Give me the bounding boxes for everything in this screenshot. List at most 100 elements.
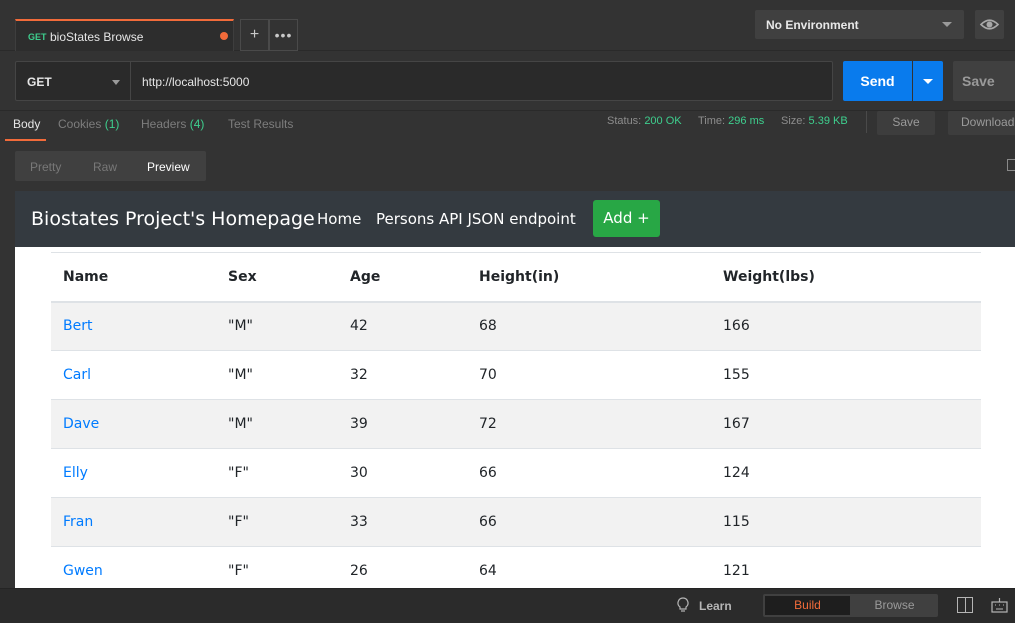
column-header-height: Height(in) [467, 252, 711, 303]
person-sex: "M" [216, 301, 338, 351]
person-height: 72 [467, 399, 711, 449]
send-options-button[interactable] [913, 61, 943, 101]
person-weight: 167 [711, 399, 981, 449]
status-readout: Status: 200 OK [607, 115, 682, 127]
status-value: 200 OK [644, 115, 682, 127]
tab-test-results[interactable]: Test Results [228, 117, 293, 131]
tab-title: bioStates Browse [50, 30, 144, 44]
table-row: Gwen "F" 26 64 121 [51, 546, 981, 588]
url-field-container [131, 61, 833, 101]
chevron-down-icon [942, 22, 952, 27]
person-name-link[interactable]: Gwen [51, 546, 216, 588]
person-weight: 124 [711, 448, 981, 498]
person-weight: 115 [711, 497, 981, 547]
tab-cookies[interactable]: Cookies (1) [58, 117, 119, 131]
copy-icon[interactable] [1007, 159, 1015, 171]
chevron-down-icon [112, 80, 120, 85]
browse-mode-button[interactable]: Browse [853, 596, 936, 615]
person-age: 42 [338, 301, 467, 351]
two-pane-view-icon[interactable] [957, 597, 973, 613]
tab-body[interactable]: Body [4, 117, 47, 141]
keyboard-shortcuts-icon[interactable] [991, 597, 1008, 614]
table-row: Fran "F" 33 66 115 [51, 497, 981, 547]
column-header-weight: Weight(lbs) [711, 252, 981, 303]
tab-headers-count: (4) [189, 117, 205, 131]
site-brand[interactable]: Biostates Project's Homepage [31, 208, 315, 230]
person-height: 64 [467, 546, 711, 588]
mode-pretty[interactable]: Pretty [30, 160, 61, 174]
tab-headers-label: Headers [141, 117, 187, 131]
column-header-name: Name [51, 252, 216, 303]
tab-body-label: Body [13, 117, 41, 131]
response-bar: Body Cookies (1) Headers (4) Test Result… [0, 110, 1015, 141]
person-name-link[interactable]: Dave [51, 399, 216, 449]
new-tab-button[interactable]: + [240, 19, 269, 51]
person-sex: "M" [216, 399, 338, 449]
person-height: 70 [467, 350, 711, 400]
learn-button[interactable]: Learn [699, 599, 732, 613]
person-weight: 166 [711, 301, 981, 351]
person-sex: "M" [216, 350, 338, 400]
tab-cookies-label: Cookies [58, 117, 102, 131]
person-age: 33 [338, 497, 467, 547]
save-response-button[interactable]: Save [877, 111, 935, 135]
size-readout: Size: 5.39 KB [781, 115, 848, 127]
unsaved-dot-icon [220, 32, 228, 40]
view-mode-switch: Pretty Raw Preview [15, 151, 206, 181]
time-label: Time: [698, 115, 726, 127]
download-button[interactable]: Download [948, 111, 1015, 135]
person-age: 39 [338, 399, 467, 449]
lightbulb-icon [677, 597, 689, 612]
size-value: 5.39 KB [808, 115, 848, 127]
environment-quick-look-button[interactable] [975, 10, 1004, 39]
person-height: 66 [467, 497, 711, 547]
mode-toggle: Build Browse [763, 594, 938, 617]
column-header-age: Age [338, 252, 467, 303]
person-height: 66 [467, 448, 711, 498]
site-navbar: Biostates Project's Homepage Home Person… [15, 191, 1015, 247]
person-weight: 121 [711, 546, 981, 588]
person-age: 32 [338, 350, 467, 400]
add-person-button[interactable]: Add + [593, 200, 660, 237]
eye-icon [979, 19, 1000, 30]
person-name-link[interactable]: Fran [51, 497, 216, 547]
nav-home-link[interactable]: Home [317, 210, 361, 228]
divider [866, 111, 867, 133]
person-age: 30 [338, 448, 467, 498]
person-sex: "F" [216, 448, 338, 498]
tab-options-button[interactable]: ••• [269, 19, 298, 51]
response-preview: Biostates Project's Homepage Home Person… [15, 191, 1015, 588]
table-header-row: Name Sex Age Height(in) Weight(lbs) [51, 252, 981, 303]
table-row: Carl "M" 32 70 155 [51, 350, 981, 400]
tab-test-results-label: Test Results [228, 117, 294, 131]
build-mode-button[interactable]: Build [765, 596, 850, 615]
request-tab[interactable]: GET bioStates Browse [15, 19, 234, 51]
time-readout: Time: 296 ms [698, 115, 764, 127]
mode-raw[interactable]: Raw [93, 160, 117, 174]
tab-headers[interactable]: Headers (4) [141, 117, 204, 131]
send-button[interactable]: Send [843, 61, 912, 101]
url-input[interactable] [142, 72, 822, 92]
column-header-sex: Sex [216, 252, 338, 303]
http-method-select[interactable]: GET [15, 61, 131, 101]
environment-label: No Environment [766, 18, 859, 32]
status-bar: Learn Build Browse [0, 588, 1015, 623]
table-row: Elly "F" 30 66 124 [51, 448, 981, 498]
mode-preview[interactable]: Preview [147, 160, 190, 174]
size-label: Size: [781, 115, 806, 127]
person-name-link[interactable]: Bert [51, 301, 216, 351]
person-sex: "F" [216, 497, 338, 547]
environment-select[interactable]: No Environment [755, 10, 964, 39]
http-method-label: GET [27, 75, 52, 89]
person-sex: "F" [216, 546, 338, 588]
person-name-link[interactable]: Elly [51, 448, 216, 498]
save-request-button[interactable]: Save [953, 61, 1015, 101]
nav-api-link[interactable]: Persons API JSON endpoint [376, 210, 576, 228]
table-row: Dave "M" 39 72 167 [51, 399, 981, 449]
tab-method-label: GET [28, 32, 47, 42]
person-name-link[interactable]: Carl [51, 350, 216, 400]
status-label: Status: [607, 115, 642, 127]
tab-cookies-count: (1) [104, 117, 120, 131]
tab-strip: GET bioStates Browse + ••• No Environmen… [0, 0, 1015, 51]
table-row: Bert "M" 42 68 166 [51, 301, 981, 351]
